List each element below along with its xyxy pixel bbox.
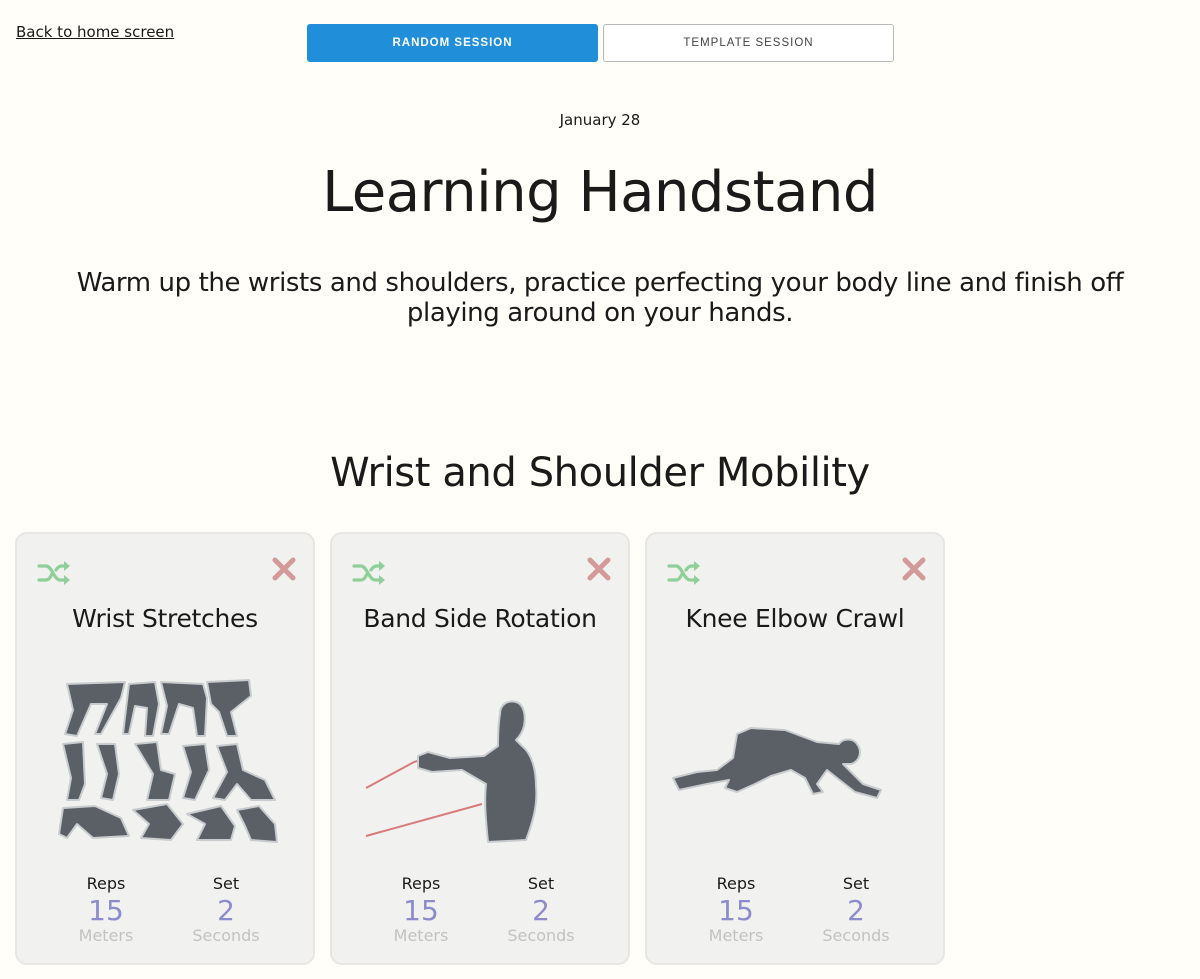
session-title: Learning Handstand xyxy=(322,160,878,225)
set-stat: Set 2 Seconds xyxy=(796,875,916,945)
shuffle-icon[interactable] xyxy=(37,558,71,588)
exercise-name: Knee Elbow Crawl xyxy=(685,604,905,633)
session-page: Back to home screen RANDOM SESSION TEMPL… xyxy=(0,0,1200,979)
back-to-home-link[interactable]: Back to home screen xyxy=(16,23,174,41)
set-unit: Seconds xyxy=(507,926,575,945)
set-unit: Seconds xyxy=(822,926,890,945)
template-session-button[interactable]: TEMPLATE SESSION xyxy=(603,24,894,62)
set-value: 2 xyxy=(532,894,550,927)
reps-stat: Reps 15 Meters xyxy=(676,875,796,945)
close-icon[interactable] xyxy=(901,556,927,582)
set-label: Set xyxy=(212,874,240,893)
exercise-name: Band Side Rotation xyxy=(363,604,597,633)
exercise-card: Band Side Rotation Reps 15 Meters Set 2 … xyxy=(330,532,630,965)
exercise-card: Wrist Stretches Reps 15 Meters Set 2 Sec… xyxy=(15,532,315,965)
shuffle-icon[interactable] xyxy=(352,558,386,588)
close-icon[interactable] xyxy=(586,556,612,582)
session-type-toggle: RANDOM SESSION TEMPLATE SESSION xyxy=(307,24,894,62)
reps-value: 15 xyxy=(403,894,439,927)
reps-value: 15 xyxy=(88,894,124,927)
wrist-stretches-illustration xyxy=(58,679,278,843)
exercise-name: Wrist Stretches xyxy=(72,604,258,633)
set-stat: Set 2 Seconds xyxy=(481,875,601,945)
reps-value: 15 xyxy=(718,894,754,927)
reps-stat: Reps 15 Meters xyxy=(46,875,166,945)
set-label: Set xyxy=(842,874,870,893)
set-stat: Set 2 Seconds xyxy=(166,875,286,945)
section-title: Wrist and Shoulder Mobility xyxy=(330,450,870,496)
reps-label: Reps xyxy=(716,874,756,893)
band-side-rotation-illustration xyxy=(365,700,538,843)
random-session-button[interactable]: RANDOM SESSION xyxy=(307,24,598,62)
close-icon[interactable] xyxy=(271,556,297,582)
reps-label: Reps xyxy=(86,874,126,893)
session-description: Warm up the wrists and shoulders, practi… xyxy=(76,268,1124,328)
reps-unit: Meters xyxy=(78,926,134,945)
reps-unit: Meters xyxy=(708,926,764,945)
exercise-card: Knee Elbow Crawl Reps 15 Meters Set 2 Se… xyxy=(645,532,945,965)
session-date: January 28 xyxy=(559,111,641,129)
set-label: Set xyxy=(527,874,555,893)
reps-stat: Reps 15 Meters xyxy=(361,875,481,945)
set-value: 2 xyxy=(847,894,865,927)
set-unit: Seconds xyxy=(192,926,260,945)
reps-unit: Meters xyxy=(393,926,449,945)
reps-label: Reps xyxy=(401,874,441,893)
knee-elbow-crawl-illustration xyxy=(672,727,882,799)
shuffle-icon[interactable] xyxy=(667,558,701,588)
set-value: 2 xyxy=(217,894,235,927)
